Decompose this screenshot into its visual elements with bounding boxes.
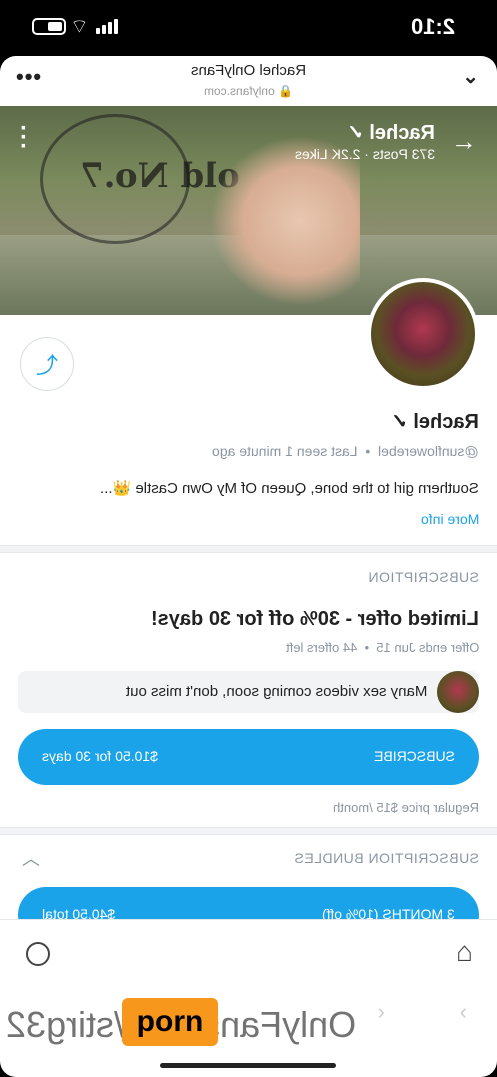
profile-name: Rachel ✓: [391, 411, 479, 433]
avatar[interactable]: [367, 278, 479, 390]
banner-name: Rachel ✓: [347, 122, 435, 144]
home-indicator: [160, 1063, 336, 1068]
profile-handle: @sunflowerebel • Last seen 1 minute ago: [212, 443, 479, 459]
message-avatar: [437, 671, 479, 713]
profile-content: ⤴ Rachel ✓ @sunflowerebel • Last seen 1 …: [0, 315, 497, 919]
share-icon[interactable]: ⤴: [20, 337, 74, 391]
kebab-menu-icon[interactable]: · · ·: [20, 117, 28, 159]
creator-message: Many sex videos coming soon, don't miss …: [18, 671, 479, 713]
bottom-nav: ⌂: [0, 919, 497, 989]
subscribe-price: $10.50 for 30 days: [42, 748, 158, 764]
status-bar: ⌔ 2:10: [0, 0, 497, 56]
regular-price: Regular price $15 /month: [333, 800, 479, 815]
subscription-heading: SUBSCRIPTION: [367, 569, 479, 585]
browser-header: ••• Rachel OnlyFans 🔒 onlyfans.com ⌄: [0, 56, 497, 106]
subscribe-label: SUBSCRIBE: [374, 748, 455, 764]
back-arrow-icon[interactable]: ←: [451, 126, 477, 157]
signal-icon: [96, 19, 118, 34]
url-bar[interactable]: 🔒 onlyfans.com: [0, 84, 497, 98]
wifi-icon: ⌔: [70, 16, 89, 38]
more-info-link[interactable]: More info: [421, 511, 479, 527]
message-text: Many sex videos coming soon, don't miss …: [125, 683, 427, 700]
profile-bio: Southern girl to the bone, Queen Of My O…: [100, 480, 479, 497]
divider: [0, 827, 497, 835]
battery-icon: [32, 18, 66, 35]
bundle-label: 3 MONTHS (10% off): [322, 906, 455, 919]
profile-icon[interactable]: [26, 942, 50, 966]
offer-meta: Offer ends Jun 15 • 44 offers left: [285, 640, 479, 655]
clock: 2:10: [410, 14, 455, 39]
bundles-heading: SUBSCRIPTION BUNDLES: [293, 850, 479, 866]
chevron-down-icon[interactable]: ⌄: [462, 64, 479, 89]
divider: [0, 545, 497, 553]
subscribe-button[interactable]: SUBSCRIBE $10.50 for 30 days: [18, 729, 479, 785]
watermark-badge: porn: [122, 998, 218, 1046]
home-icon[interactable]: ⌂: [456, 936, 473, 968]
watermark: OnlyFans.com/stirg32 porn: [0, 998, 497, 1054]
bundle-price: $40.50 total: [42, 906, 116, 919]
offer-title: Limited offer - 30% off for 30 days!: [151, 608, 479, 630]
bundle-button[interactable]: 3 MONTHS (10% off) $40.50 total: [18, 887, 479, 919]
page-title: Rachel OnlyFans: [190, 62, 307, 79]
chevron-up-icon[interactable]: ︿: [22, 845, 40, 871]
banner-stats: 373 Posts · 2.2K Likes: [294, 146, 435, 162]
